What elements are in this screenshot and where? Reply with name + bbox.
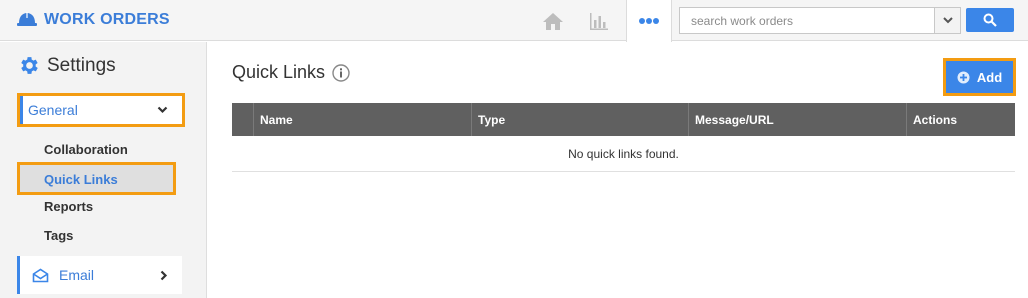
bar-chart-icon [590,12,608,30]
settings-title: Settings [47,54,116,76]
search-input[interactable] [680,8,934,33]
more-dots-icon [639,18,659,24]
page-title: Quick Links [232,62,350,83]
column-header-name[interactable]: Name [253,103,471,136]
add-button-highlight: Add [943,58,1016,96]
general-section-inner: General [20,96,182,124]
email-label: Email [59,267,95,283]
general-section-toggle[interactable]: General [17,93,185,127]
column-header-message-url[interactable]: Message/URL [688,103,906,136]
gear-icon [21,57,38,74]
search-button[interactable] [966,8,1014,32]
more-nav-button[interactable] [626,0,672,42]
home-icon [543,12,563,30]
chevron-right-icon [160,270,168,280]
table-header-row: Name Type Message/URL Actions [232,103,1015,136]
sidebar-item-email[interactable]: Email [17,256,182,294]
add-quick-link-button[interactable]: Add [946,61,1013,93]
sidebar-item-reports[interactable]: Reports [44,199,93,214]
column-header-type[interactable]: Type [471,103,688,136]
home-nav-button[interactable] [537,0,569,41]
hard-hat-icon [17,12,37,26]
empty-state-text: No quick links found. [568,146,679,161]
app-title: WORK ORDERS [44,11,170,28]
sidebar-item-collaboration[interactable]: Collaboration [44,142,128,157]
search-box [679,7,961,34]
chevron-down-icon [157,106,168,114]
table-empty-row: No quick links found. [232,136,1015,172]
plus-circle-icon [957,71,970,83]
search-dropdown-button[interactable] [934,8,960,33]
top-bar: WORK ORDERS [0,0,1028,42]
sidebar-item-quick-links[interactable]: Quick Links [17,162,176,195]
info-icon[interactable] [332,63,350,82]
column-header-actions: Actions [906,103,1015,136]
page-title-text: Quick Links [232,62,326,82]
general-section-label: General [28,102,78,118]
chevron-down-icon [942,17,953,24]
add-button-label: Add [976,69,1003,85]
sidebar-item-label: Quick Links [44,172,118,187]
column-header-select [232,103,253,136]
app-brand[interactable]: WORK ORDERS [16,8,170,32]
reports-nav-button[interactable] [583,0,615,41]
settings-sidebar: Settings General Collaboration Quick Lin… [0,42,207,298]
search-icon [983,13,997,27]
settings-header: Settings [18,54,116,77]
quick-links-table: Name Type Message/URL Actions No quick l… [232,103,1015,172]
envelope-icon [32,268,49,282]
sidebar-item-tags[interactable]: Tags [44,228,73,243]
